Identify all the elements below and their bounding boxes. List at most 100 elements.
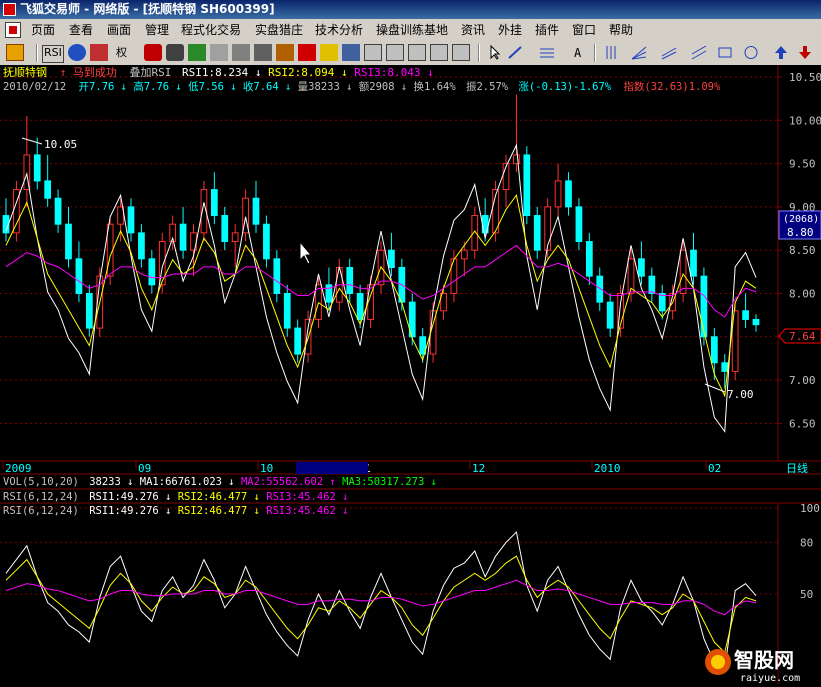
vol-indicator-bar: VOL(5,10,20) 38233 ↓ MA1:66761.023 ↓ MA2… (3, 476, 437, 488)
candle-body (606, 301, 614, 329)
hunt-icon[interactable] (276, 44, 294, 61)
price-tick-label: 8.50 (789, 244, 816, 257)
title-bar[interactable]: 飞狐交易师 - 网络版 - [抚顺特钢 SH600399] (0, 0, 821, 19)
book-icon[interactable] (210, 44, 228, 61)
candle[interactable] (544, 198, 552, 259)
menu-manage[interactable]: 管理 (142, 21, 172, 39)
menu-technical-analysis[interactable]: 技术分析 (312, 21, 366, 39)
candle-body (54, 197, 62, 225)
menu-page[interactable]: 页面 (28, 21, 58, 39)
candle-body (127, 206, 135, 234)
book2-icon[interactable] (232, 44, 250, 61)
window-icon[interactable] (386, 44, 404, 61)
menu-screen[interactable]: 画面 (104, 21, 134, 39)
glasses-icon[interactable] (166, 44, 184, 61)
menu-live-hunting[interactable]: 实盘猎庄 (252, 21, 306, 39)
candle[interactable] (13, 180, 20, 242)
down-arrow-icon: ↓ (121, 81, 127, 93)
candle-body (210, 189, 218, 217)
status-label: 马到成功 (73, 66, 117, 79)
status-arrow-icon: ↑ (60, 66, 67, 79)
line-tool-icon[interactable] (506, 44, 524, 61)
info-open: 开7.76 (79, 81, 115, 93)
up-arrow-icon: ↑ (329, 476, 335, 488)
rsi-button[interactable]: RSI (42, 45, 64, 63)
overlay-rsi1: RSI1:8.234 (182, 66, 249, 79)
menu-help[interactable]: 帮助 (606, 21, 636, 39)
high-label: 10.05 (44, 138, 77, 151)
hline-tool-icon[interactable] (538, 44, 556, 61)
time-axis-label: 12 (472, 462, 485, 475)
layout2-icon[interactable] (452, 44, 470, 61)
alarm-icon[interactable] (298, 44, 316, 61)
candle-body (263, 223, 270, 260)
chart-background (0, 65, 821, 684)
candle-body (138, 232, 145, 260)
candle-body (638, 258, 645, 277)
candle-body (294, 327, 302, 355)
candle[interactable] (158, 232, 166, 294)
document-icon[interactable] (5, 22, 21, 38)
rsi-label: RSI(6,12,24) (3, 505, 79, 517)
candle-body (658, 292, 666, 312)
fan-tool-icon[interactable] (630, 44, 648, 61)
menu-plugin-ext[interactable]: 外挂 (495, 21, 525, 39)
rect-tool-icon[interactable] (716, 44, 734, 61)
candle-body (721, 362, 729, 372)
channel-tool-icon[interactable] (660, 44, 678, 61)
info-date: 2010/02/12 (3, 81, 66, 93)
circle-tool-icon[interactable] (742, 44, 760, 61)
candle-body (460, 249, 468, 260)
toolbar-separator (36, 44, 38, 62)
down-arrow-icon: ↓ (230, 81, 236, 93)
chart-icon[interactable] (188, 44, 206, 61)
rsi-indicator-bar-2: RSI(6,12,24) RSI1:49.276 ↓ RSI2:46.477 ↓… (3, 505, 348, 517)
chart-area[interactable]: 10.5010.009.509.008.508.007.507.006.50 1… (0, 65, 821, 684)
down-arrow-icon: ↓ (431, 476, 437, 488)
price-tick-label: 10.00 (789, 114, 821, 127)
menu-program-trading[interactable]: 程式化交易 (178, 21, 244, 39)
vol-ma3: MA3:50317.273 (342, 476, 424, 488)
record-icon[interactable] (144, 44, 162, 61)
period-label[interactable]: 日线 (786, 461, 808, 475)
search-icon[interactable] (254, 44, 272, 61)
candle[interactable] (700, 267, 708, 346)
home-icon[interactable] (6, 44, 24, 61)
menu-news[interactable]: 资讯 (458, 21, 488, 39)
stock-name: 抚顺特钢 (3, 65, 47, 79)
arrow-down-tool-icon[interactable] (796, 44, 814, 61)
pen-icon[interactable] (320, 44, 338, 61)
move-icon[interactable] (68, 44, 86, 61)
grid-icon[interactable] (364, 44, 382, 61)
candle-body (283, 292, 291, 329)
watermark-logo-inner-icon (711, 655, 725, 669)
menu-window[interactable]: 窗口 (569, 21, 599, 39)
candle-body (700, 275, 708, 338)
volume-badge-count: (2068) (783, 214, 819, 225)
candle-body (554, 180, 562, 208)
price-tick-label: 6.50 (789, 417, 816, 430)
candle-body (710, 336, 718, 364)
menu-training-base[interactable]: 操盘训练基地 (373, 21, 451, 39)
menu-view[interactable]: 查看 (66, 21, 96, 39)
layout-icon[interactable] (430, 44, 448, 61)
down-arrow-icon: ↓ (165, 491, 171, 503)
table-icon[interactable] (408, 44, 426, 61)
vline-tool-icon[interactable] (602, 44, 620, 61)
candle-body (471, 215, 479, 251)
svg-text:A: A (574, 46, 582, 60)
parallel-tool-icon[interactable] (690, 44, 708, 61)
overlay-label: 叠加RSI (130, 66, 172, 79)
candle-body (679, 249, 687, 294)
candle[interactable] (523, 146, 531, 225)
text-tool-icon[interactable]: A (570, 44, 588, 61)
rights-button[interactable]: 权 (116, 45, 127, 61)
zoom-icon[interactable] (90, 44, 108, 61)
price-tick-label: 7.00 (789, 374, 816, 387)
info-low: 低7.56 (188, 80, 224, 93)
candle[interactable] (731, 302, 739, 381)
arrow-up-tool-icon[interactable] (772, 44, 790, 61)
menu-plugins[interactable]: 插件 (532, 21, 562, 39)
cursor-icon[interactable] (486, 44, 504, 61)
tool-icon[interactable] (342, 44, 360, 61)
